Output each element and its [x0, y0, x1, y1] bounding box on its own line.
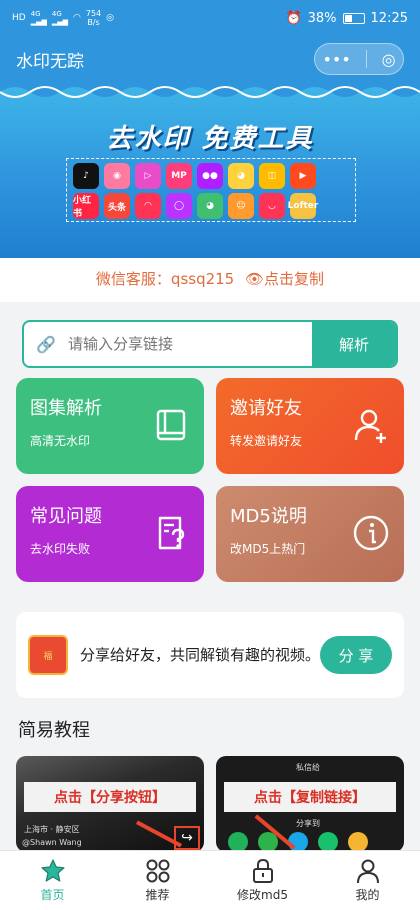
tab-home[interactable]: 首页 [0, 851, 105, 910]
search-box: 🔗 解析 [22, 320, 398, 368]
tab-home-label: 首页 [40, 888, 65, 902]
alarm-icon: ⏰ [285, 10, 302, 26]
parse-button[interactable]: 解析 [312, 322, 396, 366]
tutorial-share-to: 分享到 [296, 819, 320, 828]
app-icon [321, 163, 347, 189]
app-icon: ◠ [135, 193, 161, 219]
mini-program-capsule: ••• ◎ [314, 43, 404, 75]
share-target-icon [228, 832, 248, 852]
app-icon: ▶ [290, 163, 316, 189]
add-user-icon [354, 409, 386, 443]
title-bar: 水印无踪 ••• ◎ [0, 36, 420, 82]
md5-tile[interactable]: MD5说明 改MD5上热门 [216, 486, 404, 582]
share-text: 分享给好友，共同解锁有趣的视频。 [80, 646, 321, 664]
fu-text: 福 [43, 651, 53, 662]
signal-label-2: 4G [51, 10, 62, 18]
tab-md5[interactable]: 修改md5 [210, 851, 315, 910]
wechat-service: 微信客服：qssq215 [95, 270, 235, 288]
tutorial-location: 上海市 · 静安区 [24, 825, 80, 834]
tutorial-author: @Shawn Wang [22, 838, 82, 847]
moments-icon [318, 832, 338, 852]
qzone-icon [348, 832, 368, 852]
wave-decoration [0, 82, 420, 98]
tutorial-share-label: 点击【分享按钮】 [24, 782, 196, 812]
star-icon [40, 859, 65, 882]
app-icon: ◕ [197, 193, 223, 219]
faq-tile[interactable]: 常见问题 去水印失败 [16, 486, 204, 582]
app-icon: MP [166, 163, 192, 189]
copy-link[interactable]: 👁点击复制 [245, 270, 324, 288]
tab-md5-label: 修改md5 [237, 888, 288, 902]
tab-recommend-label: 推荐 [145, 888, 170, 902]
status-left: HD 4G ▂▄▆ 4G ▂▄▆ ◠ 754 B/s ◎ [12, 9, 114, 27]
tab-recommend[interactable]: 推荐 [105, 851, 210, 910]
net-speed-value: 754 [85, 9, 102, 18]
tutorial-copy-label: 点击【复制链接】 [224, 782, 396, 812]
fu-icon: 福 [28, 635, 68, 675]
app-icon: ☺ [228, 193, 254, 219]
tutorial-private-msg: 私信给 [296, 763, 320, 772]
banner[interactable]: 去水印 免费工具 ♪ ◉ ▷ MP ●● ◕ ◫ ▶ 小红书 头条 ◠ ◯ ◕ ☺ ◡ Lofter [0, 82, 420, 258]
clock: 12:25 [370, 10, 408, 26]
tutorial-card-share[interactable]: 点击【分享按钮】 上海市 · 静安区 @Shawn Wang ↪ [16, 756, 204, 852]
app-icon: Lofter [288, 193, 318, 219]
close-icon[interactable]: ◎ [382, 50, 396, 69]
grid-icon [146, 859, 169, 883]
user-icon [356, 859, 379, 884]
sim-badge: HD [12, 13, 26, 23]
capsule-divider [365, 50, 367, 68]
service-line: 微信客服：qssq215 👁点击复制 [0, 268, 420, 289]
signal-icon-2: 4G ▂▄▆ [51, 10, 69, 26]
app-icon: 小红书 [73, 193, 99, 219]
net-speed-unit: B/s [87, 18, 100, 27]
status-right: ⏰ 38% 12:25 [285, 11, 408, 26]
status-bar: HD 4G ▂▄▆ 4G ▂▄▆ ◠ 754 B/s ◎ ⏰ 38% 12:25 [0, 0, 420, 36]
app-title: 水印无踪 [16, 51, 84, 72]
app-icon: ◯ [166, 193, 192, 219]
app-icon: ●● [197, 163, 223, 189]
app-icon: 头条 [104, 193, 130, 219]
tutorial-title: 简易教程 [18, 720, 90, 741]
app-icon: ◫ [259, 163, 285, 189]
signal-icon: 4G ▂▄▆ [30, 10, 47, 26]
lock-icon [252, 858, 273, 883]
banner-title: 去水印 免费工具 [0, 118, 420, 155]
share-button[interactable]: 分 享 [320, 636, 392, 674]
link-icon: 🔗 [36, 334, 56, 354]
share-arrow-icon: ↪ [174, 826, 200, 850]
book-icon [156, 409, 186, 441]
info-icon [353, 515, 389, 551]
banner-title-free: 免费工具 [201, 124, 314, 154]
app-icon: ◡ [259, 193, 285, 219]
tab-mine[interactable]: 我的 [315, 851, 420, 910]
battery-icon [342, 12, 365, 24]
tab-bar: 首页 推荐 修改md5 我的 [0, 850, 420, 910]
app-icon: ◉ [104, 163, 130, 189]
tab-mine-label: 我的 [355, 888, 380, 902]
invite-tile[interactable]: 邀请好友 转发邀请好友 [216, 378, 404, 474]
app-icon: ♪ [73, 163, 99, 189]
wifi-icon: ◠ [73, 13, 81, 23]
supported-apps-grid: ♪ ◉ ▷ MP ●● ◕ ◫ ▶ 小红书 头条 ◠ ◯ ◕ ☺ ◡ Lofter [66, 158, 356, 222]
signal-label: 4G [30, 10, 41, 18]
net-speed: 754 B/s [86, 9, 101, 27]
tutorial-card-copy[interactable]: 私信给 点击【复制链接】 分享到 [216, 756, 404, 852]
app-icon: ▷ [135, 163, 161, 189]
notification-icon: ◎ [106, 13, 115, 23]
banner-title-main: 去水印 [106, 124, 191, 154]
question-doc-icon [158, 516, 185, 550]
link-input[interactable] [68, 335, 312, 353]
battery-percent: 38% [307, 10, 337, 26]
app-icon: ◕ [228, 163, 254, 189]
album-tile[interactable]: 图集解析 高清无水印 [16, 378, 204, 474]
share-card: 福 分享给好友，共同解锁有趣的视频。 分 享 [16, 612, 404, 698]
more-icon[interactable]: ••• [322, 50, 350, 69]
